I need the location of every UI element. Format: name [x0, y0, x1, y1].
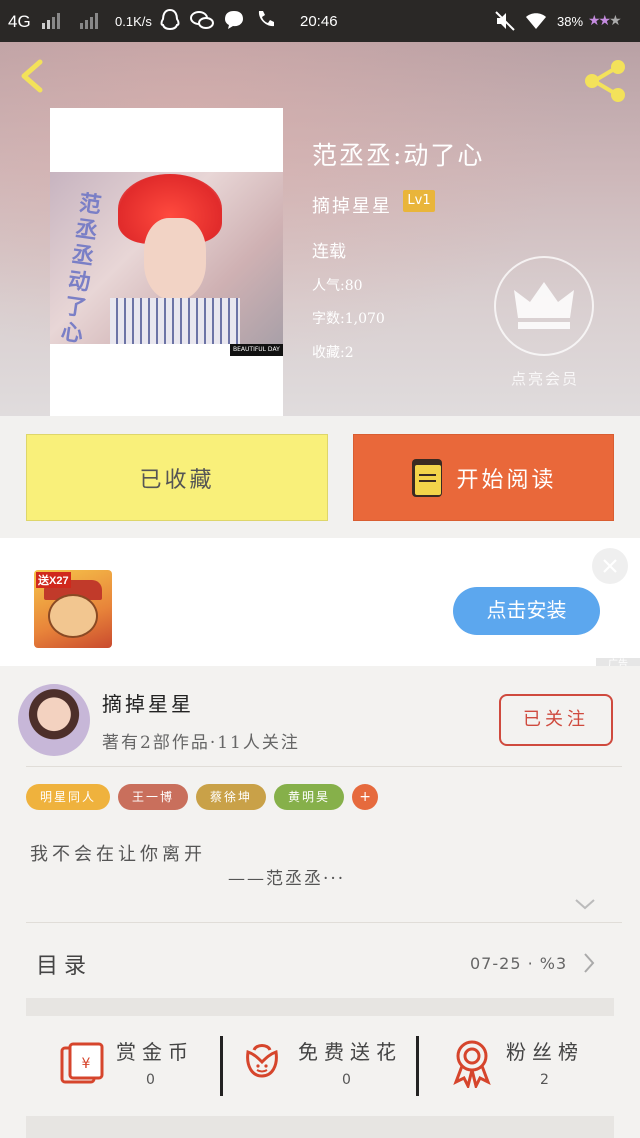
cover-tag: BEAUTIFUL DAY [230, 344, 283, 356]
stat-label: 赏金币 [116, 1040, 194, 1064]
add-tag-button[interactable]: + [352, 784, 379, 810]
stat-label: 粉丝榜 [506, 1040, 584, 1064]
fan-badge-icon [453, 1040, 491, 1088]
section-band [26, 998, 614, 1016]
message-icon [224, 10, 244, 34]
ad-close-button[interactable] [592, 548, 628, 584]
stat-label: 免费送花 [298, 1040, 402, 1064]
start-reading-label: 开始阅读 [456, 467, 557, 493]
send-flower-button[interactable]: 免费送花 0 [242, 1032, 412, 1102]
chevron-down-icon [575, 899, 595, 910]
book-title: 范丞丞:动了心 [312, 141, 485, 170]
stat-separator [220, 1036, 223, 1096]
tag-item[interactable]: 蔡徐坤 [196, 784, 267, 810]
favorited-label: 已收藏 [139, 467, 215, 493]
call-icon [256, 9, 276, 33]
intro-line-2: ——范丞丞··· [228, 869, 346, 889]
vip-label[interactable]: 点亮会员 [500, 368, 590, 389]
share-button[interactable] [580, 56, 630, 106]
reward-coins-button[interactable]: ¥ 赏金币 0 [58, 1032, 208, 1102]
qq-icon [160, 8, 180, 35]
author-name[interactable]: 摘掉星星 [102, 688, 194, 717]
tag-list: 明星同人 王一博 蔡徐坤 黄明昊 + [26, 784, 379, 810]
toc-info[interactable]: 07-25 · %3 [470, 954, 567, 973]
book-header: 范丞丞动了心 BEAUTIFUL DAY 范丞丞:动了心 摘掉星星 Lv1 连载… [0, 42, 640, 416]
vip-crown-button[interactable] [494, 256, 594, 356]
ad-image-badge: 送X27 [36, 572, 71, 588]
favorited-button[interactable]: 已收藏 [26, 434, 328, 521]
action-bar: 已收藏 开始阅读 [0, 416, 640, 538]
ad-banner[interactable]: 送X27 点击安装 广告 [0, 538, 640, 672]
follow-button[interactable]: 已关注 [499, 694, 613, 746]
network-speed: 0.1K/s [115, 14, 152, 29]
avatar[interactable] [18, 684, 90, 756]
close-icon [603, 559, 617, 573]
signal-icon [42, 13, 64, 29]
wechat-icon [190, 10, 214, 34]
back-button[interactable] [14, 56, 54, 96]
start-reading-button[interactable]: 开始阅读 [353, 434, 614, 521]
book-status: 连载 [312, 242, 346, 262]
flower-icon [246, 1044, 278, 1078]
author-subtitle: 著有2部作品·11人关注 [102, 733, 300, 753]
status-bar: 4G 0.1K/s 20:46 38% ★★★ [0, 0, 640, 42]
stat-separator [416, 1036, 419, 1096]
book-icon [412, 458, 443, 497]
tag-item[interactable]: 王一博 [118, 784, 189, 810]
back-arrow-icon [21, 59, 43, 93]
stat-value: 2 [540, 1072, 549, 1088]
battery-level: 38% [557, 14, 584, 29]
share-icon [585, 60, 625, 102]
tag-item[interactable]: 黄明昊 [274, 784, 345, 810]
book-favorites: 收藏:2 [312, 345, 354, 361]
book-word-count: 字数:1,070 [312, 311, 385, 327]
divider [26, 766, 622, 767]
network-type: 4G [8, 12, 31, 31]
reward-coin-icon: ¥ [60, 1042, 104, 1084]
stat-value: 0 [146, 1072, 155, 1088]
star-rating-icon: ★★★ [588, 12, 622, 28]
divider [26, 922, 622, 923]
chevron-right-icon [584, 953, 595, 973]
book-author[interactable]: 摘掉星星 [312, 192, 392, 218]
book-cover[interactable]: 范丞丞动了心 BEAUTIFUL DAY [50, 108, 283, 416]
signal-icon-2 [80, 13, 102, 29]
author-level-badge: Lv1 [403, 190, 435, 212]
toc-label[interactable]: 目录 [36, 948, 92, 980]
book-popularity: 人气:80 [312, 278, 363, 294]
ad-image[interactable]: 送X27 [34, 570, 112, 648]
toc-open-button[interactable] [582, 952, 596, 974]
fan-ranking-button[interactable]: 粉丝榜 2 [450, 1032, 600, 1102]
stat-value: 0 [342, 1072, 351, 1088]
clock: 20:46 [300, 13, 338, 30]
intro-line-1: 我不会在让你离开 [30, 844, 206, 865]
svg-text:¥: ¥ [82, 1056, 91, 1072]
expand-button[interactable] [574, 896, 596, 910]
section-band [26, 1116, 614, 1138]
crown-icon [514, 282, 574, 329]
wifi-icon [524, 10, 548, 34]
author-section: 摘掉星星 著有2部作品·11人关注 已关注 明星同人 王一博 蔡徐坤 黄明昊 +… [0, 666, 640, 1138]
tag-item[interactable]: 明星同人 [26, 784, 111, 810]
mute-icon [494, 10, 516, 36]
install-button[interactable]: 点击安装 [453, 587, 600, 635]
